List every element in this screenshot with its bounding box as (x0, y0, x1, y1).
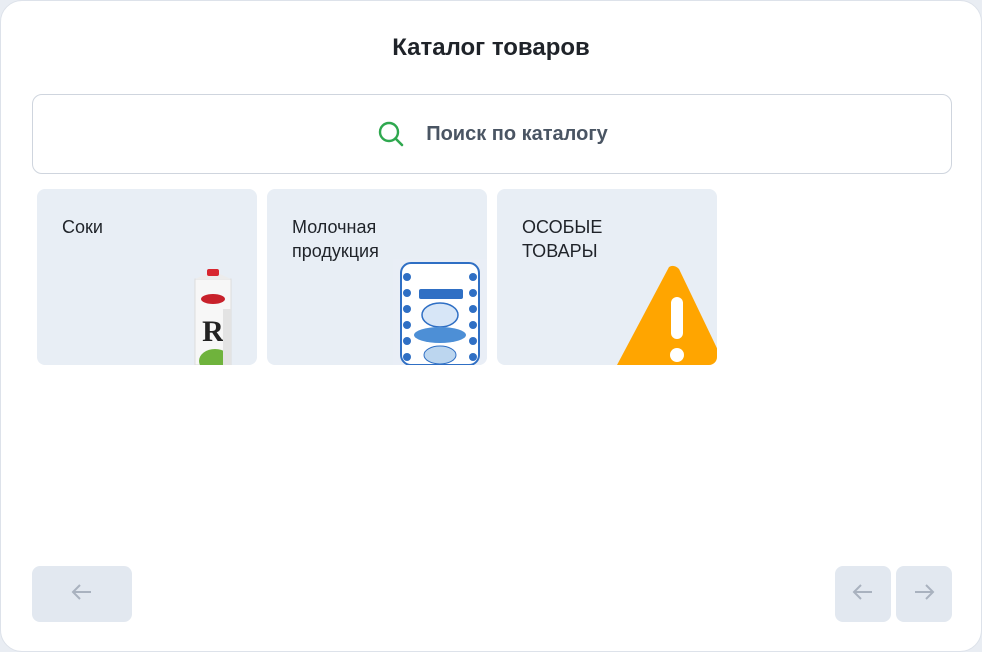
arrow-right-icon (913, 583, 935, 605)
category-label: ОСОБЫЕ ТОВАРЫ (522, 217, 603, 261)
category-tile-dairy[interactable]: Молочная продукция (267, 189, 487, 365)
category-label: Молочная продукция (292, 217, 379, 261)
search-icon (376, 119, 406, 149)
svg-text:R: R (202, 315, 224, 348)
arrow-left-icon (852, 583, 874, 605)
catalog-window: Каталог товаров Поиск по каталогу Соки R (0, 0, 982, 652)
page-title: Каталог товаров (392, 34, 590, 61)
category-tile-special-goods[interactable]: ОСОБЫЕ ТОВАРЫ (497, 189, 717, 365)
search-input[interactable]: Поиск по каталогу (32, 94, 952, 174)
arrow-left-icon (71, 583, 93, 605)
warning-icon (607, 265, 717, 365)
search-placeholder: Поиск по каталогу (426, 122, 608, 145)
back-button[interactable] (32, 566, 132, 622)
next-page-button[interactable] (896, 566, 952, 622)
milk-pack-image (393, 259, 487, 365)
juice-carton-image: R (193, 269, 233, 365)
category-tile-juices[interactable]: Соки R (37, 189, 257, 365)
previous-page-button[interactable] (835, 566, 891, 622)
category-label: Соки (62, 217, 103, 237)
